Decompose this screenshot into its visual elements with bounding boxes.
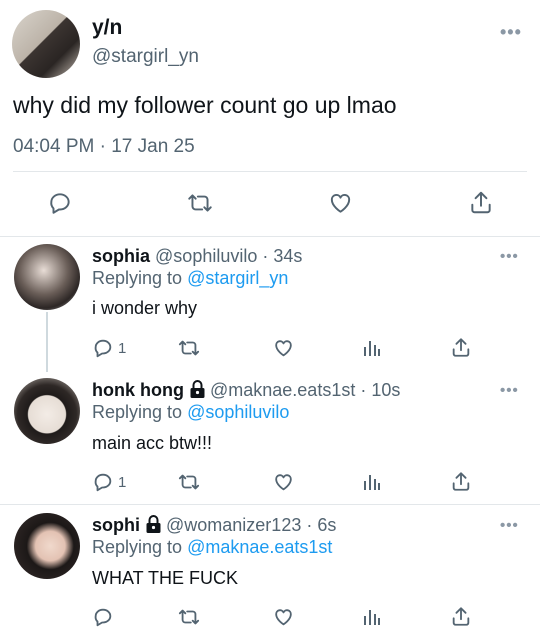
share-button[interactable] — [468, 189, 494, 216]
mention-link[interactable]: @maknae.eats1st — [187, 537, 332, 557]
reply-header: sophia @sophiluvilo · 34s — [92, 246, 302, 267]
like-icon — [275, 609, 292, 626]
timestamp[interactable]: 04:04 PM · 17 Jan 25 — [13, 136, 195, 158]
username[interactable]: @womanizer123 — [166, 515, 301, 535]
like-icon — [275, 340, 292, 357]
mention-link[interactable]: @sophiluvilo — [187, 402, 289, 422]
retweet-icon — [178, 609, 200, 625]
avatar[interactable] — [14, 513, 80, 579]
main-tweet: y/n @stargirl_yn ••• why did my follower… — [0, 0, 540, 236]
reply-button[interactable] — [47, 190, 73, 216]
like-icon — [330, 194, 351, 213]
more-options-icon[interactable]: ••• — [500, 382, 519, 399]
retweet-icon — [188, 194, 212, 212]
reply-button[interactable]: 1 — [92, 471, 126, 493]
replying-to: Replying to @maknae.eats1st — [92, 537, 332, 558]
lock-icon — [146, 515, 161, 533]
reply-text: main acc btw!!! — [92, 433, 213, 453]
username[interactable]: @sophiluvilo — [155, 246, 257, 266]
reply-button[interactable] — [92, 606, 114, 628]
reply-icon — [94, 473, 112, 492]
reply-header: sophi @womanizer123 · 6s — [92, 515, 336, 536]
thread-line — [46, 312, 48, 372]
reply-icon — [94, 339, 112, 358]
reply-button[interactable]: 1 — [92, 337, 126, 359]
more-options-icon[interactable]: ••• — [500, 22, 522, 43]
retweet-button[interactable] — [177, 471, 201, 493]
reply-time[interactable]: 34s — [273, 246, 302, 266]
date: 17 Jan 25 — [111, 136, 195, 157]
dot-separator: · — [257, 246, 274, 266]
reply-text: i wonder why — [92, 298, 198, 318]
share-button[interactable] — [450, 470, 472, 493]
more-options-icon[interactable]: ••• — [500, 517, 519, 534]
views-button[interactable] — [362, 338, 382, 358]
divider — [13, 171, 527, 172]
avatar[interactable] — [14, 378, 80, 444]
like-button[interactable] — [272, 606, 295, 628]
views-button[interactable] — [362, 472, 382, 492]
replying-prefix: Replying to — [92, 402, 188, 422]
reply-icon — [94, 608, 112, 627]
reply-text: WHAT THE FUCK — [92, 568, 239, 588]
reply-icon — [50, 193, 70, 214]
tweet-text: why did my follower count go up lmao — [13, 92, 397, 118]
like-button[interactable] — [327, 190, 354, 216]
display-name[interactable]: y/n — [92, 16, 122, 40]
replying-to: Replying to @sophiluvilo — [92, 402, 289, 423]
dot-separator: · — [301, 515, 318, 535]
more-options-icon[interactable]: ••• — [500, 248, 519, 265]
retweet-button[interactable] — [186, 190, 214, 216]
like-button[interactable] — [272, 471, 295, 493]
share-icon — [452, 607, 470, 626]
replying-to: Replying to @stargirl_yn — [92, 268, 288, 289]
retweet-icon — [178, 340, 200, 356]
mention-link[interactable]: @stargirl_yn — [187, 268, 288, 288]
username[interactable]: @stargirl_yn — [92, 46, 199, 68]
reply-time[interactable]: 6s — [317, 515, 336, 535]
reply-tweet: sophia @sophiluvilo · 34s ••• Replying t… — [0, 236, 540, 372]
share-button[interactable] — [450, 336, 472, 359]
display-name[interactable]: honk hong — [92, 380, 184, 400]
replying-prefix: Replying to — [92, 537, 188, 557]
views-icon — [364, 341, 380, 356]
reply-tweet: honk hong @maknae.eats1st · 10s ••• Reply… — [0, 370, 540, 504]
display-name[interactable]: sophia — [92, 246, 150, 266]
retweet-button[interactable] — [177, 606, 201, 628]
share-button[interactable] — [450, 605, 472, 628]
share-icon — [452, 338, 470, 357]
lock-icon — [190, 380, 205, 398]
avatar[interactable] — [12, 10, 80, 78]
like-icon — [275, 474, 292, 491]
reply-count: 1 — [118, 339, 127, 357]
reply-time[interactable]: 10s — [371, 380, 400, 400]
share-icon — [452, 472, 470, 491]
reply-tweet: sophi @womanizer123 · 6s ••• Replying to … — [0, 505, 540, 639]
time: 04:04 PM — [13, 136, 95, 157]
views-icon — [364, 475, 380, 490]
views-icon — [364, 610, 380, 625]
reply-header: honk hong @maknae.eats1st · 10s — [92, 380, 400, 401]
replying-prefix: Replying to — [92, 268, 188, 288]
views-button[interactable] — [362, 607, 382, 627]
like-button[interactable] — [272, 337, 295, 359]
avatar[interactable] — [14, 244, 80, 310]
retweet-button[interactable] — [177, 337, 201, 359]
username[interactable]: @maknae.eats1st — [210, 380, 355, 400]
dot-separator: · — [355, 380, 372, 400]
separator: · — [94, 136, 112, 157]
display-name[interactable]: sophi — [92, 515, 140, 535]
retweet-icon — [178, 474, 200, 490]
share-icon — [471, 191, 491, 214]
reply-count: 1 — [118, 473, 127, 491]
